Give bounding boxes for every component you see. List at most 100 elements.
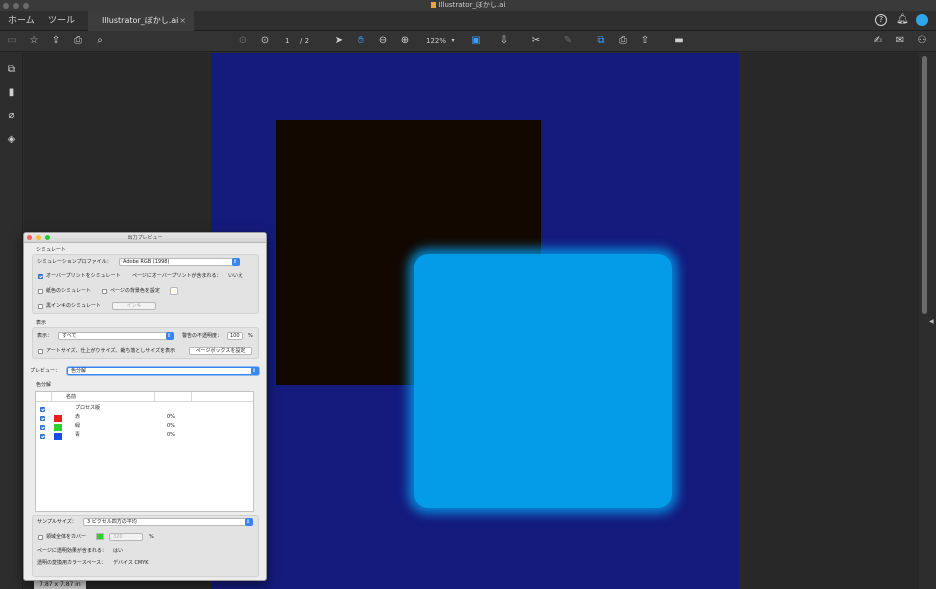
- display-section-label: 表示: [36, 320, 47, 326]
- pagebox-button[interactable]: ページボックスを設定: [189, 347, 252, 355]
- previous-page-icon[interactable]: ⊙: [237, 34, 249, 48]
- show-select[interactable]: すべて: [58, 332, 174, 340]
- coverage-checkbox[interactable]: [38, 535, 43, 540]
- tab-home[interactable]: ホーム: [8, 11, 35, 31]
- page-bg-checkbox[interactable]: [102, 289, 107, 294]
- separation-value: 0%: [167, 414, 175, 420]
- blend-space-label: 透明の変換用カラースペース：: [37, 560, 107, 566]
- zoom-level[interactable]: 122%: [426, 34, 446, 48]
- select-arrows-icon: [232, 258, 240, 266]
- sign-icon[interactable]: ✍: [872, 34, 884, 48]
- separation-value: 0%: [167, 423, 175, 429]
- ink-button[interactable]: インキ: [112, 302, 156, 310]
- blend-space-value: デバイス CMYK: [113, 560, 149, 566]
- page-overprint-value: いいえ: [228, 273, 244, 279]
- profile-label: シミュレーションプロファイル：: [37, 259, 112, 265]
- page-number-input[interactable]: 1: [285, 34, 289, 48]
- separation-name: 青: [75, 432, 81, 438]
- edit-icon[interactable]: ✎: [562, 34, 574, 48]
- show-value: すべて: [62, 333, 77, 339]
- separation-name: 赤: [75, 414, 81, 420]
- overprint-checkbox[interactable]: [38, 274, 43, 279]
- coverage-color-swatch[interactable]: [96, 533, 104, 540]
- collapse-panel-icon[interactable]: ◀: [929, 318, 935, 326]
- next-page-icon[interactable]: ⊙: [259, 34, 271, 48]
- zoom-out-icon[interactable]: ⊖: [377, 34, 389, 48]
- search-icon[interactable]: ⌕: [94, 34, 106, 48]
- left-rail: ⧉ ▮ ⌀ ◈: [0, 53, 23, 589]
- pages-icon[interactable]: ⧉: [5, 63, 18, 76]
- black-ink-checkbox[interactable]: [38, 304, 43, 309]
- sample-size-select[interactable]: 3 ピクセル四方の平均: [83, 518, 253, 526]
- more-tools-icon[interactable]: ▬: [672, 34, 686, 48]
- output-preview-dialog: 出力プレビュー シミュレート シミュレーションプロファイル： Adobe RGB…: [23, 232, 267, 581]
- column-header-name: 名前: [66, 394, 77, 400]
- dialog-close-button[interactable]: [27, 235, 32, 240]
- coverage-value-select[interactable]: 320: [109, 533, 143, 541]
- page-overprint-label: ページにオーバープリントが含まれる：: [132, 273, 222, 279]
- page-bg-color-swatch[interactable]: [170, 287, 178, 295]
- fit-page-icon[interactable]: ▣: [469, 34, 483, 48]
- dialog-zoom-button[interactable]: [45, 235, 50, 240]
- tab-bar: ホーム ツール Illustrator_ぼかし.ai × ? 🔔︎: [0, 11, 936, 31]
- toolbar: ▭ ☆ ⇪ ⎙ ⌕ ⊙ ⊙ 1 / 2 ➤ ✋︎ ⊖ ⊕ 122% ▾ ▣ ⇩ …: [0, 31, 936, 52]
- page-total: / 2: [300, 37, 310, 45]
- profile-value: Adobe RGB (1998): [123, 259, 170, 265]
- preview-value: 色分解: [71, 368, 87, 374]
- mail-icon[interactable]: ✉: [894, 34, 906, 48]
- zoom-in-icon[interactable]: ⊕: [399, 34, 411, 48]
- dialog-minimize-button[interactable]: [36, 235, 41, 240]
- column-divider: [51, 392, 52, 402]
- avatar[interactable]: [916, 14, 928, 26]
- warning-opacity-label: 警告の不透明度：: [182, 333, 223, 339]
- warning-opacity-input[interactable]: 100: [227, 332, 243, 340]
- print-icon[interactable]: ⎙: [72, 34, 84, 48]
- print-production-icon[interactable]: ⎙: [617, 34, 629, 48]
- save-icon[interactable]: ▭: [6, 34, 18, 48]
- tab-tools[interactable]: ツール: [48, 11, 75, 31]
- red-swatch: [54, 415, 62, 422]
- window-title: Illustrator_ぼかし.ai: [0, 0, 936, 11]
- paper-color-checkbox[interactable]: [38, 289, 43, 294]
- add-user-icon[interactable]: ⚇: [916, 34, 928, 48]
- blurred-blue-square: [414, 254, 672, 508]
- page-bg-label: ページの背景色を設定: [110, 288, 160, 294]
- scrollbar-thumb[interactable]: [922, 56, 927, 314]
- swatch-fill: [172, 289, 176, 293]
- attachment-icon[interactable]: ⌀: [5, 109, 18, 122]
- simulate-section-label: シミュレート: [36, 247, 66, 253]
- layers-icon[interactable]: ◈: [5, 133, 18, 146]
- preview-select[interactable]: 色分解: [67, 367, 259, 375]
- window-title-text: Illustrator_ぼかし.ai: [438, 1, 506, 9]
- select-cursor-icon[interactable]: ➤: [333, 34, 345, 48]
- bell-icon[interactable]: 🔔︎: [896, 14, 909, 26]
- separation-checkbox-green[interactable]: [40, 425, 45, 430]
- show-label: 表示：: [37, 333, 53, 339]
- bookmark-icon[interactable]: ▮: [5, 86, 18, 99]
- bookmark-star-icon[interactable]: ☆: [28, 34, 40, 48]
- zoom-dropdown-icon[interactable]: ▾: [449, 34, 457, 48]
- document-icon: [430, 2, 436, 8]
- dialog-titlebar: 出力プレビュー: [24, 233, 266, 243]
- artsize-label: アートサイズ、仕上がりサイズ、裁ち落としサイズを表示: [46, 348, 176, 354]
- export-icon[interactable]: ⇧: [639, 34, 651, 48]
- green-swatch: [54, 424, 62, 431]
- dialog-title: 出力プレビュー: [127, 235, 163, 241]
- help-icon[interactable]: ?: [875, 14, 887, 26]
- separation-checkbox-process[interactable]: [40, 407, 45, 412]
- separations-section-label: 色分解: [36, 382, 52, 388]
- output-preview-icon[interactable]: ⧉: [595, 34, 607, 48]
- column-divider: [154, 392, 155, 402]
- scissors-icon[interactable]: ✂: [530, 34, 542, 48]
- separation-checkbox-blue[interactable]: [40, 434, 45, 439]
- scroll-mode-icon[interactable]: ⇩: [497, 34, 511, 48]
- profile-select[interactable]: Adobe RGB (1998): [119, 258, 240, 266]
- tab-document[interactable]: Illustrator_ぼかし.ai ×: [88, 11, 194, 31]
- hand-tool-icon[interactable]: ✋︎: [355, 34, 367, 48]
- preview-label: プレビュー：: [30, 368, 61, 374]
- separation-name: 緑: [75, 423, 81, 429]
- close-tab-icon[interactable]: ×: [179, 11, 186, 31]
- separation-checkbox-red[interactable]: [40, 416, 45, 421]
- artsize-checkbox[interactable]: [38, 349, 43, 354]
- upload-icon[interactable]: ⇪: [50, 34, 62, 48]
